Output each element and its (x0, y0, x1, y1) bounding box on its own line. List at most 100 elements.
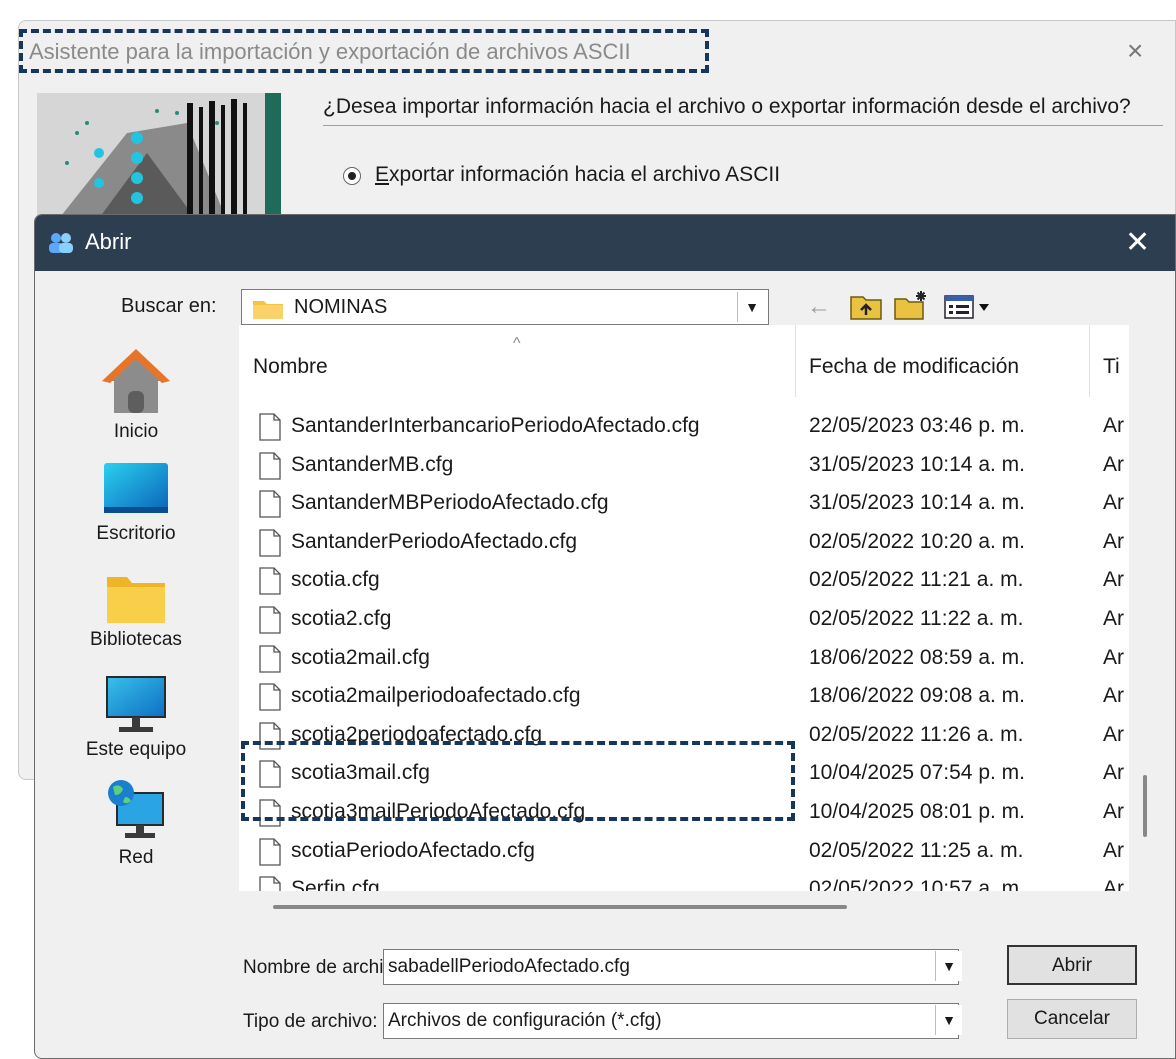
vertical-scrollbar-thumb[interactable] (1143, 775, 1147, 837)
file-type: Ar (1103, 800, 1124, 823)
file-type-select[interactable]: Archivos de configuración (*.cfg) (383, 1003, 959, 1039)
file-type: Ar (1103, 722, 1124, 746)
app-people-icon (49, 233, 73, 253)
look-in-label: Buscar en: (121, 295, 217, 317)
file-name-label: Nombre de archivo: (243, 957, 383, 978)
place-label: Escritorio (96, 523, 176, 544)
wizard-question-divider (323, 125, 1163, 126)
file-row[interactable]: Serfin.cfg 02/05/2022 10:57 a. m. Ar (239, 872, 1129, 891)
file-row[interactable]: scotiaPeriodoAfectado.cfg 02/05/2022 11:2… (239, 834, 1129, 872)
file-date: 10/04/2025 08:01 p. m. (809, 800, 1025, 823)
place-label: Bibliotecas (90, 629, 182, 650)
file-row[interactable]: SantanderPeriodoAfectado.cfg 02/05/2022 1… (239, 525, 1129, 563)
folder-icon (107, 577, 165, 623)
look-in-value: NOMINAS (294, 296, 388, 318)
desktop-icon (104, 463, 168, 513)
file-name: SantanderInterbancarioPeriodoAfectado.cf… (291, 414, 700, 437)
file-name-input[interactable]: sabadellPeriodoAfectado.cfg (383, 949, 959, 985)
wizard-close-icon[interactable]: × (1127, 35, 1143, 67)
wizard-question: ¿Desea importar información hacia el arc… (323, 95, 1131, 118)
chevron-down-icon[interactable]: ▼ (935, 951, 962, 981)
place-home[interactable]: Inicio (55, 345, 217, 443)
file-date: 10/04/2025 07:54 p. m. (809, 761, 1025, 785)
file-icon (259, 567, 281, 596)
place-desktop[interactable]: Escritorio (55, 461, 217, 545)
file-type: Ar (1103, 684, 1124, 708)
look-in-combobox[interactable]: NOMINAS ▼ (241, 289, 769, 325)
file-date: 31/05/2023 10:14 a. m. (809, 491, 1025, 515)
file-name: scotiaPeriodoAfectado.cfg (291, 838, 535, 862)
file-icon (259, 876, 281, 891)
export-option-accesskey: E (375, 163, 390, 186)
open-file-dialog: Abrir ✕ Buscar en: NOMINAS ▼ ← Inicio Es… (34, 214, 1176, 1059)
file-date: 31/05/2023 10:14 a. m. (809, 452, 1025, 476)
folder-icon (253, 301, 283, 319)
file-type: Ar (1103, 761, 1124, 785)
file-type: Ar (1103, 414, 1124, 437)
file-name: SantanderMB.cfg (291, 452, 454, 476)
file-type: Ar (1103, 607, 1124, 630)
file-date: 02/05/2022 11:26 a. m. (809, 722, 1024, 746)
file-type: Ar (1103, 877, 1124, 891)
column-separator[interactable] (795, 325, 796, 397)
file-name: Serfin.cfg (291, 877, 380, 891)
file-date: 02/05/2022 11:22 a. m. (809, 607, 1024, 630)
cancel-button[interactable]: Cancelar (1007, 999, 1137, 1039)
open-button[interactable]: Abrir (1007, 945, 1137, 985)
chevron-down-icon[interactable]: ▼ (935, 1005, 962, 1035)
file-type: Ar (1103, 568, 1124, 592)
file-row[interactable]: scotia2mailperiodoafectado.cfg 18/06/2022… (239, 679, 1129, 717)
file-date: 22/05/2023 03:46 p. m. (809, 414, 1025, 437)
file-row[interactable]: scotia2mail.cfg 18/06/2022 08:59 a. m. Ar (239, 641, 1129, 679)
file-date: 18/06/2022 09:08 a. m. (809, 684, 1025, 708)
file-type: Ar (1103, 838, 1124, 862)
file-row[interactable]: SantanderInterbancarioPeriodoAfectado.cf… (239, 409, 1129, 447)
export-radio[interactable] (343, 167, 361, 185)
export-option-label[interactable]: Exportar información hacia el archivo AS… (375, 163, 780, 187)
file-type: Ar (1103, 645, 1124, 669)
place-this-pc[interactable]: Este equipo (55, 675, 217, 761)
wizard-title: Asistente para la importación y exportac… (29, 39, 631, 64)
file-type-label: Tipo de archivo: (243, 1011, 378, 1032)
view-menu-icon[interactable] (943, 293, 993, 321)
file-name: SantanderMBPeriodoAfectado.cfg (291, 491, 609, 515)
wizard-illustration (37, 93, 281, 221)
dialog-close-icon[interactable]: ✕ (1125, 225, 1150, 260)
network-icon (108, 780, 164, 838)
file-icon (259, 490, 281, 518)
dialog-title: Abrir (85, 229, 132, 254)
place-libraries[interactable]: Bibliotecas (55, 571, 217, 651)
file-type: Ar (1103, 529, 1124, 553)
place-label: Red (118, 847, 154, 868)
file-icon (259, 683, 281, 711)
file-icon (259, 837, 281, 866)
file-type: Ar (1103, 452, 1124, 476)
chevron-down-icon[interactable]: ▼ (737, 292, 766, 322)
place-label: Este equipo (85, 739, 187, 760)
file-icon (259, 451, 281, 480)
file-name: scotia2mail.cfg (291, 645, 430, 669)
column-separator[interactable] (1089, 325, 1090, 397)
export-option-text: xportar información hacia el archivo ASC… (389, 163, 781, 186)
file-icon (259, 606, 281, 634)
file-row[interactable]: scotia2.cfg 02/05/2022 11:22 a. m. Ar (239, 602, 1129, 640)
file-name: SantanderPeriodoAfectado.cfg (291, 529, 578, 553)
file-row[interactable]: SantanderMB.cfg 31/05/2023 10:14 a. m. Ar (239, 448, 1129, 486)
file-icon (259, 644, 281, 673)
file-name: scotia2mailperiodoafectado.cfg (291, 684, 581, 708)
file-row[interactable]: scotia.cfg 02/05/2022 11:21 a. m. Ar (239, 563, 1129, 601)
file-name: scotia2.cfg (291, 607, 392, 630)
place-network[interactable]: Red (55, 777, 217, 869)
file-name: scotia.cfg (291, 568, 380, 592)
file-row[interactable]: SantanderMBPeriodoAfectado.cfg 31/05/2023… (239, 486, 1129, 524)
new-folder-icon[interactable] (893, 289, 929, 321)
file-date: 02/05/2022 11:21 a. m. (809, 568, 1024, 592)
folder-up-icon[interactable] (849, 291, 883, 321)
column-header-date[interactable]: Fecha de modificación (809, 355, 1019, 379)
file-date: 18/06/2022 08:59 a. m. (809, 645, 1025, 669)
back-arrow-icon[interactable]: ← (807, 293, 831, 321)
sort-ascending-icon: ^ (513, 335, 521, 352)
column-header-type[interactable]: Ti (1103, 355, 1120, 379)
column-header-name[interactable]: Nombre (253, 355, 328, 379)
horizontal-scrollbar-thumb[interactable] (273, 905, 847, 909)
